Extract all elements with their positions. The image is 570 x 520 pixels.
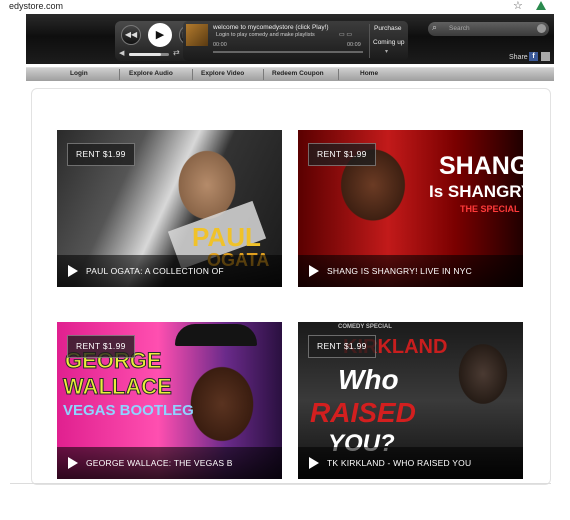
product-title[interactable]: GEORGE WALLACE: THE VEGAS B <box>86 458 233 468</box>
rent-price-badge[interactable]: RENT $1.99 <box>308 335 376 358</box>
track-thumbnail <box>186 24 208 46</box>
cover-title-text-3: VEGAS BOOTLEG <box>63 402 194 419</box>
nav-redeem-coupon[interactable]: Redeem Coupon <box>272 70 324 77</box>
url-text[interactable]: edystore.com <box>9 1 63 11</box>
nav-home[interactable]: Home <box>360 70 378 77</box>
chevron-down-icon[interactable]: ▾ <box>385 48 388 55</box>
track-subtitle: Login to play comedy and make playlists <box>216 32 315 38</box>
site-header: ◀◀ ▶ ▶▶ ◀ ⇄ welcome to mycomedystore (cl… <box>26 14 554 64</box>
product-card-george-wallace[interactable]: GEORGE WALLACE VEGAS BOOTLEG RENT $1.99 … <box>57 322 282 479</box>
volume-icon[interactable]: ◀ <box>119 49 124 57</box>
shuffle-icon[interactable]: ⇄ <box>173 48 180 57</box>
divider <box>369 24 370 58</box>
product-card-paul-ogata[interactable]: PAUL OGATA RENT $1.99 PAUL OGATA: A COLL… <box>57 130 282 287</box>
volume-slider[interactable] <box>129 53 169 56</box>
nav-login[interactable]: Login <box>70 70 88 77</box>
google-drive-icon[interactable] <box>536 1 546 10</box>
product-title[interactable]: SHANG IS SHANGRY! LIVE IN NYC <box>327 266 472 276</box>
card-caption: SHANG IS SHANGRY! LIVE IN NYC <box>298 255 523 287</box>
progress-track[interactable] <box>213 51 363 53</box>
browser-url-bar[interactable]: edystore.com ☆ <box>0 0 570 14</box>
time-total: 00:09 <box>347 42 361 48</box>
clear-search-icon[interactable] <box>537 24 546 33</box>
cover-title-text: PAUL <box>192 222 261 252</box>
share-label: Share <box>509 54 528 61</box>
play-icon[interactable] <box>309 457 319 469</box>
cover-title-text: SHANG <box>439 152 523 180</box>
nav-explore-audio[interactable]: Explore Audio <box>129 70 173 77</box>
cover-title-text-2: Who <box>338 364 399 395</box>
track-options-icon[interactable]: ▭ ▭ <box>339 31 352 38</box>
product-title[interactable]: TK KIRKLAND - WHO RAISED YOU <box>327 458 471 468</box>
cover-title-text-3: RAISED <box>310 397 416 428</box>
track-title: welcome to mycomedystore (click Play!) <box>213 24 329 31</box>
cover-title-text-2: WALLACE <box>63 374 173 400</box>
share-more-icon[interactable] <box>541 52 550 61</box>
card-caption: TK KIRKLAND - WHO RAISED YOU <box>298 447 523 479</box>
nav-explore-video[interactable]: Explore Video <box>201 70 244 77</box>
previous-icon[interactable]: ◀◀ <box>121 25 141 45</box>
now-playing-panel: welcome to mycomedystore (click Play!) L… <box>183 21 408 61</box>
product-title[interactable]: PAUL OGATA: A COLLECTION OF <box>86 266 224 276</box>
rent-price-badge[interactable]: RENT $1.99 <box>308 143 376 166</box>
rent-price-badge[interactable]: RENT $1.99 <box>67 143 135 166</box>
bookmark-star-icon[interactable]: ☆ <box>513 0 523 12</box>
search-placeholder: Search <box>449 25 470 32</box>
card-caption: GEORGE WALLACE: THE VEGAS B <box>57 447 282 479</box>
main-nav: Login Explore Audio Explore Video Redeem… <box>26 67 554 81</box>
time-current: 00:00 <box>213 42 227 48</box>
play-icon[interactable] <box>68 265 78 277</box>
search-icon: ⌕ <box>432 22 438 32</box>
play-icon[interactable]: ▶ <box>148 23 172 47</box>
product-card-tk-kirkland[interactable]: COMEDY SPECIAL KIRKLAND Who RAISED YOU? … <box>298 322 523 479</box>
cover-title-text-2: Is SHANGRY! <box>429 182 523 201</box>
page-bottom-divider <box>10 483 551 484</box>
facebook-icon[interactable]: f <box>529 52 538 61</box>
purchase-button[interactable]: Purchase <box>374 25 401 32</box>
cover-title-text-3: THE SPECIAL <box>460 204 520 214</box>
coming-up-button[interactable]: Coming up <box>373 39 404 46</box>
cover-caption-text: COMEDY SPECIAL <box>338 324 392 330</box>
play-icon[interactable] <box>309 265 319 277</box>
product-card-shang[interactable]: SHANG Is SHANGRY! THE SPECIAL RENT $1.99… <box>298 130 523 287</box>
play-icon[interactable] <box>68 457 78 469</box>
search-input[interactable]: ⌕ Search <box>428 22 549 36</box>
rent-price-badge[interactable]: RENT $1.99 <box>67 335 135 358</box>
card-caption: PAUL OGATA: A COLLECTION OF <box>57 255 282 287</box>
